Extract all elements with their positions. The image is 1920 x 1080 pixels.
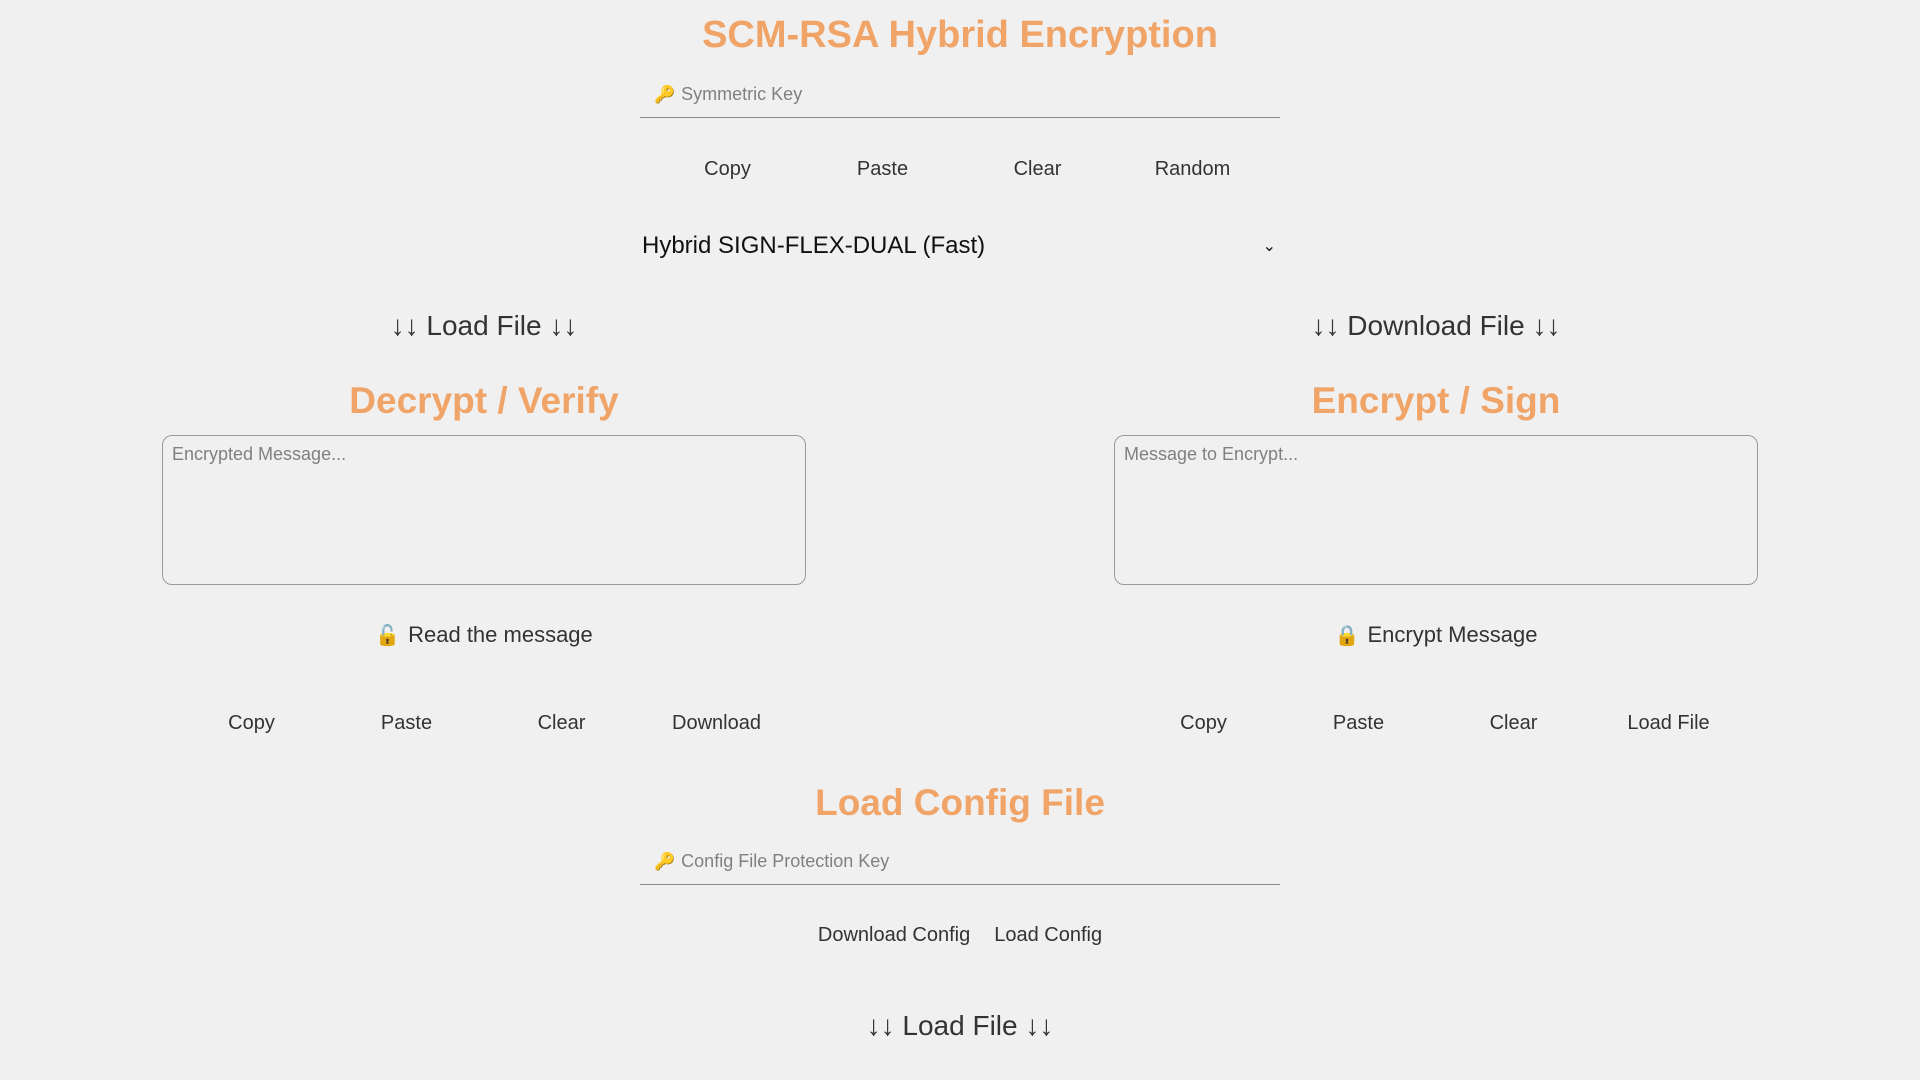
decrypt-clear-button[interactable]: Clear <box>484 712 639 735</box>
config-title: Load Config File <box>815 782 1105 823</box>
unlock-icon: 🔓 <box>375 625 401 647</box>
encrypted-message-textarea[interactable] <box>162 435 806 585</box>
page-title: SCM-RSA Hybrid Encryption <box>702 14 1218 56</box>
key-icon: 🔑 <box>654 84 676 104</box>
decrypt-button-row: Copy Paste Clear Download <box>174 712 794 735</box>
encrypt-copy-button[interactable]: Copy <box>1126 712 1281 735</box>
config-button-row: Download Config Load Config <box>800 924 1120 947</box>
key-copy-button[interactable]: Copy <box>650 158 805 181</box>
encrypt-panel-title: Encrypt / Sign <box>1311 380 1561 421</box>
mode-select-value: Hybrid SIGN-FLEX-DUAL (Fast) <box>642 232 986 259</box>
decrypt-panel-title: Decrypt / Verify <box>349 380 619 421</box>
symmetric-key-input[interactable] <box>681 84 1262 105</box>
decrypt-paste-button[interactable]: Paste <box>329 712 484 735</box>
message-to-encrypt-textarea[interactable] <box>1114 435 1758 585</box>
symmetric-key-field[interactable]: 🔑 <box>640 72 1280 118</box>
key-clear-button[interactable]: Clear <box>960 158 1115 181</box>
key-icon: 🔑 <box>654 851 676 871</box>
decrypt-copy-button[interactable]: Copy <box>174 712 329 735</box>
encrypt-load-file-button[interactable]: Load File <box>1591 712 1746 735</box>
mode-select[interactable]: Hybrid SIGN-FLEX-DUAL (Fast) ⌄ <box>640 228 1280 264</box>
encrypt-clear-button[interactable]: Clear <box>1436 712 1591 735</box>
encrypt-paste-button[interactable]: Paste <box>1281 712 1436 735</box>
decrypt-download-button[interactable]: Download <box>639 712 794 735</box>
lock-icon: 🔒 <box>1334 625 1360 647</box>
config-load-file-link[interactable]: ↓↓ Load File ↓↓ <box>0 1010 1920 1042</box>
load-config-button[interactable]: Load Config <box>994 924 1102 947</box>
encrypt-message-label: Encrypt Message <box>1367 622 1538 647</box>
key-random-button[interactable]: Random <box>1115 158 1270 181</box>
key-button-row: Copy Paste Clear Random <box>650 158 1270 181</box>
config-key-input[interactable] <box>681 851 1262 872</box>
encrypt-message-button[interactable]: 🔒 Encrypt Message <box>1114 622 1758 648</box>
read-message-label: Read the message <box>408 622 593 647</box>
download-file-link[interactable]: ↓↓ Download File ↓↓ <box>1286 310 1586 342</box>
chevron-down-icon: ⌄ <box>1262 238 1276 255</box>
download-config-button[interactable]: Download Config <box>818 924 970 947</box>
encrypt-button-row: Copy Paste Clear Load File <box>1126 712 1746 735</box>
read-message-button[interactable]: 🔓 Read the message <box>162 622 806 648</box>
load-file-link[interactable]: ↓↓ Load File ↓↓ <box>384 310 584 342</box>
config-key-field[interactable]: 🔑 <box>640 839 1280 885</box>
key-paste-button[interactable]: Paste <box>805 158 960 181</box>
